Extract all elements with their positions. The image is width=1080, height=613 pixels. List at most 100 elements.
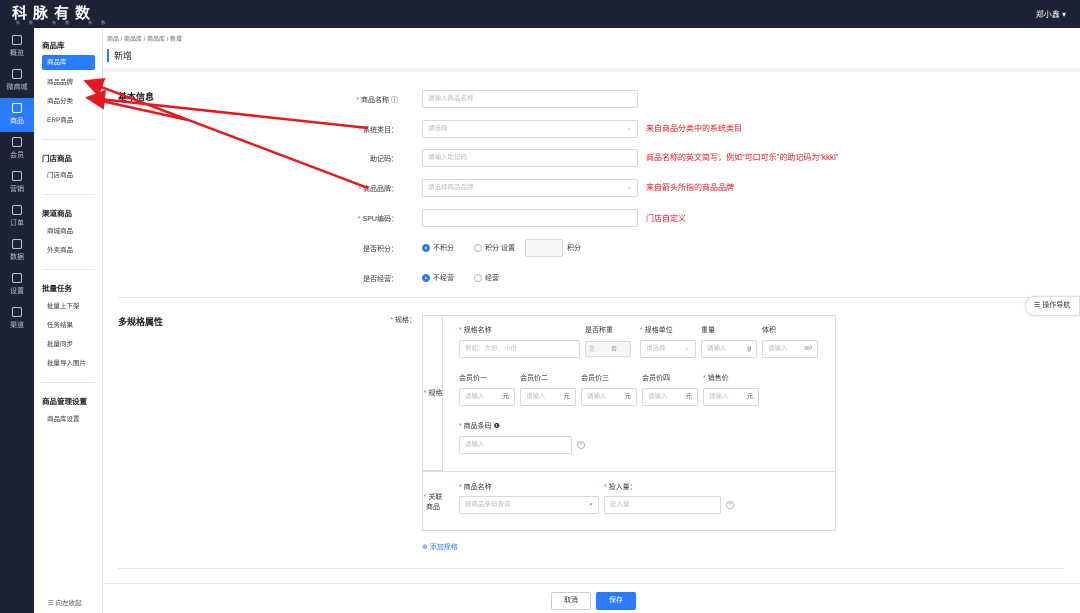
home-icon xyxy=(12,35,22,45)
spu-input[interactable] xyxy=(422,209,638,227)
chevron-down-icon: ⌄ xyxy=(626,184,632,191)
section-basic-info: 基本信息 xyxy=(118,92,155,102)
gear-icon xyxy=(12,273,22,283)
operate-radio-no[interactable]: 不经营 xyxy=(422,273,454,283)
subnav-task-results[interactable]: 任务结果 xyxy=(42,318,95,333)
subnav-batch-sync[interactable]: 批量同步 xyxy=(42,337,95,352)
info-icon: ❶ xyxy=(493,423,500,430)
member-price-4-input[interactable]: 请输入元 xyxy=(642,388,698,406)
subnav-product-library[interactable]: 商品库 xyxy=(42,55,95,70)
divider xyxy=(423,471,835,472)
subnav-batch-shelf[interactable]: 批量上下架 xyxy=(42,299,95,314)
divider xyxy=(118,568,1063,569)
page-header: 商品 / 商品库 / 商品库 / 新增 新增 xyxy=(103,28,1080,68)
subnav-categories[interactable]: 商品分类 xyxy=(42,94,95,109)
add-assoc-icon[interactable]: + xyxy=(726,501,734,509)
subnav-takeout-products[interactable]: 外卖商品 xyxy=(42,243,95,258)
app-logo-sub: 有数 有数 有数 xyxy=(16,20,115,25)
product-name-label: * 商品名称 ⓘ xyxy=(356,97,398,104)
nav-orders[interactable]: 订单 xyxy=(0,200,34,234)
volume-label: 体积 xyxy=(762,327,776,334)
save-button[interactable]: 保存 xyxy=(596,592,636,610)
spu-note: 门店自定义 xyxy=(646,214,686,223)
member-price-1-input[interactable]: 请输入元 xyxy=(459,388,515,406)
member-price-2-label: 会员价二 xyxy=(520,375,548,382)
spec-name-label: * 规格名称 xyxy=(459,327,492,334)
subnav-library-settings[interactable]: 商品库设置 xyxy=(42,412,95,427)
sale-price-input[interactable]: 请输入元 xyxy=(703,388,759,406)
help-icon: ⓘ xyxy=(391,97,398,104)
tag-icon xyxy=(12,171,22,181)
points-unit: 积分 xyxy=(567,245,581,252)
divider xyxy=(118,297,1063,298)
product-name-input[interactable]: 请输入商品名称 xyxy=(422,90,638,108)
points-radio-no[interactable]: 不积分 xyxy=(422,243,454,253)
subnav-erp[interactable]: ERP商品 xyxy=(42,113,95,128)
brand-select[interactable]: 请选择商品品牌 ⌄ xyxy=(422,179,638,197)
nav-settings[interactable]: 设置 xyxy=(0,268,34,302)
weight-input[interactable]: 请输入 g xyxy=(701,340,757,358)
barcode-input[interactable]: 请输入 xyxy=(459,436,572,454)
spec-table: * 规格 * 规格名称 例如：大份、小份 是否称重 是否 * 规格单位 请选择 ⌄… xyxy=(422,315,836,531)
bar-chart-icon xyxy=(12,239,22,249)
category-select[interactable]: 请选择 ⌄ xyxy=(422,120,638,138)
subnav-store-products[interactable]: 门店商品 xyxy=(42,168,95,183)
form-footer: 取消 保存 xyxy=(103,583,1080,613)
nav-mall[interactable]: 微商城 xyxy=(0,64,34,98)
assoc-qty-input[interactable]: 投入量 xyxy=(604,496,721,514)
weigh-toggle[interactable]: 是否 xyxy=(585,341,631,357)
member-price-1-label: 会员价一 xyxy=(459,375,487,382)
group-product-settings: 商品管理设置 xyxy=(42,397,87,406)
member-price-3-input[interactable]: 请输入元 xyxy=(581,388,637,406)
cancel-button[interactable]: 取消 xyxy=(551,592,591,610)
points-radio-yes[interactable]: 积分 设置 xyxy=(474,243,515,253)
group-product-library: 商品库 xyxy=(42,41,65,50)
operate-radio-yes[interactable]: 经营 xyxy=(474,273,499,283)
nav-channels[interactable]: 渠道 xyxy=(0,302,34,336)
spec-unit-label: * 规格单位 xyxy=(640,327,673,334)
form-area: 基本信息 * 商品名称 ⓘ 请输入商品名称 * 系统类目： 请选择 ⌄ 来自商品分… xyxy=(103,72,1080,583)
spec-name-input[interactable]: 例如：大份、小份 xyxy=(459,340,580,358)
subnav-batch-images[interactable]: 批量导入图片 xyxy=(42,356,95,371)
operate-label: 是否经营： xyxy=(363,276,398,283)
chevron-down-icon: ⌄ xyxy=(684,345,690,352)
primary-nav: 概览 微商城 商品 会员 营销 订单 数据 设置 渠道 xyxy=(0,28,34,613)
operation-nav-button[interactable]: ☰ 操作导航 xyxy=(1025,296,1080,316)
top-bar: 科脉有数 有数 有数 有数 郑小鑫 ▾ xyxy=(0,0,1080,28)
collapse-nav-button[interactable]: ☰ 向左收起 xyxy=(48,597,82,607)
subnav-mall-products[interactable]: 商城商品 xyxy=(42,224,95,239)
divider xyxy=(42,269,95,270)
breadcrumb: 商品 / 商品库 / 商品库 / 新增 xyxy=(107,37,183,43)
spu-label: * SPU编码： xyxy=(357,216,398,223)
assoc-product-search[interactable]: 按商品条码查询 ⌕ xyxy=(459,496,599,514)
nav-overview[interactable]: 概览 xyxy=(0,30,34,64)
group-channel-products: 渠道商品 xyxy=(42,209,72,218)
bag-icon xyxy=(12,103,22,113)
add-barcode-icon[interactable]: + xyxy=(577,441,585,449)
sale-price-label: * 销售价 xyxy=(703,375,729,382)
group-store-products: 门店商品 xyxy=(42,154,72,163)
chevron-down-icon: ⌄ xyxy=(626,125,632,132)
mnemonic-input[interactable]: 请输入助记码 xyxy=(422,149,638,167)
category-label: * 系统类目： xyxy=(358,127,398,134)
add-spec-link[interactable]: ⊕ 添加规格 xyxy=(422,542,458,552)
spec-label: * 规格： xyxy=(390,317,416,324)
nav-marketing[interactable]: 营销 xyxy=(0,166,34,200)
brand-label: * 商品品牌： xyxy=(358,186,398,193)
divider xyxy=(42,194,95,195)
nav-members[interactable]: 会员 xyxy=(0,132,34,166)
points-value-input[interactable] xyxy=(525,239,563,257)
crown-icon xyxy=(12,137,22,147)
subnav-brands[interactable]: 商品品牌 xyxy=(42,75,95,90)
weight-label: 重量 xyxy=(701,327,715,334)
spec-unit-select[interactable]: 请选择 ⌄ xyxy=(640,340,696,358)
volume-input[interactable]: 请输入 m³ xyxy=(762,340,818,358)
secondary-nav: 商品库 商品库 商品品牌 商品分类 ERP商品 门店商品 门店商品 渠道商品 商… xyxy=(34,28,103,613)
nav-data[interactable]: 数据 xyxy=(0,234,34,268)
member-price-2-input[interactable]: 请输入元 xyxy=(520,388,576,406)
user-menu[interactable]: 郑小鑫 ▾ xyxy=(1036,9,1066,20)
assoc-name-label: * 商品名称 xyxy=(459,484,492,491)
document-icon xyxy=(12,205,22,215)
nav-products[interactable]: 商品 xyxy=(0,98,34,132)
section-multi-spec: 多规格属性 xyxy=(118,317,164,327)
